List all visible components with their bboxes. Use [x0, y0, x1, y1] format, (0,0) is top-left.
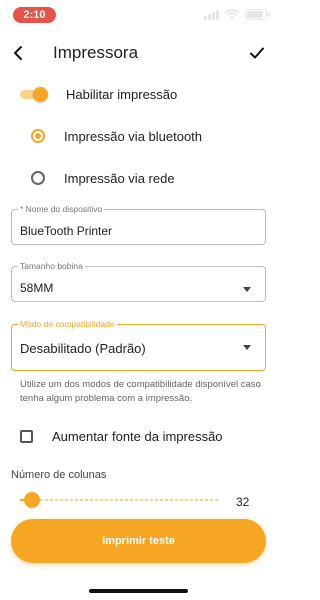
radio-selected-icon: [31, 129, 45, 143]
enable-print-toggle[interactable]: [20, 87, 48, 102]
compat-mode-value: Desabilitado (Padrão): [20, 341, 146, 356]
home-indicator: [89, 589, 188, 593]
caret-down-icon: [243, 287, 251, 292]
app-bar: Impressora: [0, 36, 277, 72]
checkbox-icon[interactable]: [20, 430, 33, 443]
large-font-label: Aumentar fonte da impressão: [52, 429, 223, 444]
paper-size-label: Tamanho bobina: [18, 261, 85, 271]
compat-mode-helper: Utilize um dos modos de compatibilidade …: [20, 379, 261, 404]
status-icons: [204, 9, 270, 20]
confirm-button[interactable]: [245, 41, 269, 65]
battery-icon: [245, 9, 270, 20]
paper-size-value: 58MM: [20, 281, 54, 295]
slider-track: [20, 499, 220, 501]
radio-unselected-icon: [31, 171, 45, 185]
check-icon: [250, 47, 264, 59]
compat-mode-label: Modo de compatibilidade: [18, 319, 117, 329]
radio-option-network[interactable]: Impressão via rede: [0, 167, 277, 189]
compat-mode-select[interactable]: Modo de compatibilidade Desabilitado (Pa…: [11, 319, 266, 371]
page-title: Impressora: [53, 43, 139, 62]
columns-label: Número de colunas: [11, 469, 107, 481]
enable-print-label: Habilitar impressão: [66, 87, 178, 102]
device-name-value: BlueTooth Printer: [20, 224, 113, 238]
paper-size-select[interactable]: Tamanho bobina 58MM: [11, 261, 266, 302]
radio-option-bluetooth[interactable]: Impressão via bluetooth: [0, 125, 277, 147]
slider-thumb[interactable]: [24, 492, 40, 508]
large-font-row[interactable]: Aumentar fonte da impressão: [0, 427, 277, 447]
enable-print-row: Habilitar impressão: [0, 84, 277, 106]
status-bar: 2:10: [0, 0, 277, 32]
wifi-icon: [225, 9, 239, 20]
device-name-field[interactable]: * Nome do dispositivo BlueTooth Printer: [11, 204, 266, 245]
columns-value: 32: [236, 495, 250, 509]
status-time: 2:10: [13, 7, 56, 23]
caret-down-icon: [243, 345, 251, 350]
device-name-label: * Nome do dispositivo: [18, 204, 105, 214]
radio-label-bluetooth: Impressão via bluetooth: [64, 129, 203, 144]
signal-icon: [204, 9, 219, 20]
print-test-button[interactable]: Imprimir teste: [11, 519, 266, 563]
arrow-left-icon: [14, 46, 22, 60]
radio-label-network: Impressão via rede: [64, 171, 175, 186]
toggle-thumb: [33, 87, 48, 102]
columns-slider[interactable]: [20, 492, 220, 508]
back-button[interactable]: [6, 41, 30, 65]
